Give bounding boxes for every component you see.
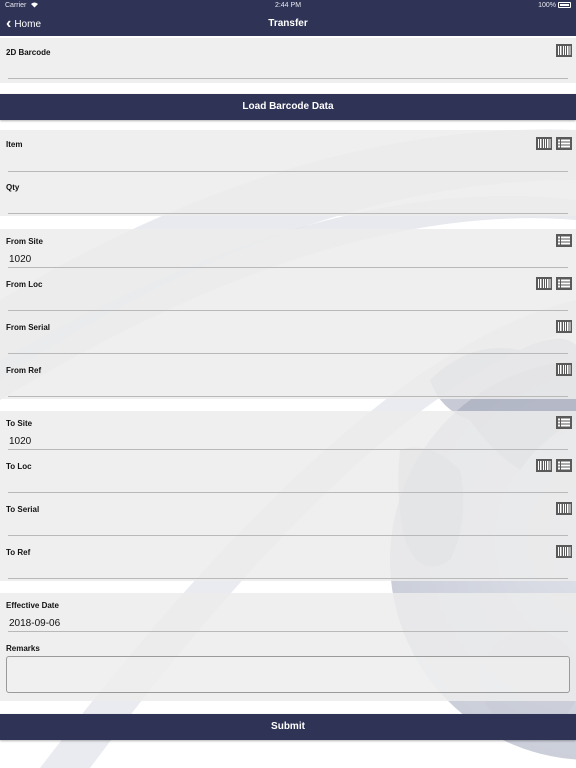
from-site-underline xyxy=(8,267,568,268)
from-site-label: From Site xyxy=(6,237,43,246)
effective-date-field[interactable]: Effective Date 2018-09-06 xyxy=(0,601,576,635)
list-icon[interactable] xyxy=(556,234,572,247)
to-site-label: To Site xyxy=(6,419,33,428)
barcode-icon[interactable] xyxy=(536,277,552,290)
qty-label: Qty xyxy=(6,183,20,192)
item-qty-section: Item Qty xyxy=(0,130,576,216)
from-section: From Site 1020 From Loc From Serial From… xyxy=(0,229,576,399)
from-loc-field[interactable]: From Loc xyxy=(0,277,576,314)
from-ref-field[interactable]: From Ref xyxy=(0,363,576,398)
from-loc-underline xyxy=(8,310,568,311)
to-serial-label: To Serial xyxy=(6,505,40,514)
effective-date-label: Effective Date xyxy=(6,601,59,610)
from-serial-underline xyxy=(8,353,568,354)
from-serial-label: From Serial xyxy=(6,323,51,332)
barcode-icon[interactable] xyxy=(556,320,572,333)
page-title: Transfer xyxy=(268,18,308,29)
barcode-2d-section: 2D Barcode xyxy=(0,38,576,83)
status-bar: Carrier 2:44 PM 100% xyxy=(0,0,576,12)
to-ref-label: To Ref xyxy=(6,548,31,557)
list-icon[interactable] xyxy=(556,277,572,290)
from-ref-label: From Ref xyxy=(6,366,42,375)
from-site-value: 1020 xyxy=(9,254,32,265)
barcode-icon[interactable] xyxy=(556,502,572,515)
barcode-2d-label: 2D Barcode xyxy=(6,48,51,57)
from-site-field[interactable]: From Site 1020 xyxy=(0,234,576,271)
battery-percent: 100% xyxy=(538,2,556,9)
barcode-icon[interactable] xyxy=(556,545,572,558)
effective-date-underline xyxy=(8,631,568,632)
qty-underline xyxy=(8,213,568,214)
navigation-bar: Carrier 2:44 PM 100% ‹ Home Transfer xyxy=(0,0,576,36)
list-icon[interactable] xyxy=(556,459,572,472)
list-icon[interactable] xyxy=(556,416,572,429)
battery-icon xyxy=(558,2,571,8)
item-field[interactable]: Item xyxy=(0,137,576,174)
item-underline xyxy=(8,171,568,172)
remarks-label: Remarks xyxy=(6,644,40,653)
to-loc-field[interactable]: To Loc xyxy=(0,459,576,496)
qty-field[interactable]: Qty xyxy=(0,183,576,215)
to-serial-field[interactable]: To Serial xyxy=(0,502,576,539)
item-label: Item xyxy=(6,140,23,149)
from-serial-field[interactable]: From Serial xyxy=(0,320,576,357)
to-ref-underline xyxy=(8,578,568,579)
from-ref-underline xyxy=(8,396,568,397)
to-serial-underline xyxy=(8,535,568,536)
date-remarks-section: Effective Date 2018-09-06 Remarks xyxy=(0,593,576,701)
from-loc-label: From Loc xyxy=(6,280,43,289)
to-section: To Site 1020 To Loc To Serial To Ref xyxy=(0,411,576,581)
to-site-value: 1020 xyxy=(9,436,32,447)
to-site-underline xyxy=(8,449,568,450)
to-loc-underline xyxy=(8,492,568,493)
barcode-icon[interactable] xyxy=(556,363,572,376)
submit-button[interactable]: Submit xyxy=(0,714,576,740)
barcode-icon[interactable] xyxy=(536,459,552,472)
to-site-field[interactable]: To Site 1020 xyxy=(0,416,576,453)
remarks-input[interactable] xyxy=(6,656,570,693)
status-time: 2:44 PM xyxy=(274,2,302,9)
barcode-2d-underline xyxy=(8,78,568,79)
barcode-icon[interactable] xyxy=(536,137,552,150)
remarks-field: Remarks xyxy=(0,644,576,700)
to-ref-field[interactable]: To Ref xyxy=(0,545,576,580)
barcode-icon[interactable] xyxy=(556,44,572,57)
to-loc-label: To Loc xyxy=(6,462,32,471)
barcode-2d-field[interactable]: 2D Barcode xyxy=(0,44,576,82)
effective-date-value: 2018-09-06 xyxy=(9,618,61,629)
list-icon[interactable] xyxy=(556,137,572,150)
load-barcode-data-button[interactable]: Load Barcode Data xyxy=(0,94,576,120)
